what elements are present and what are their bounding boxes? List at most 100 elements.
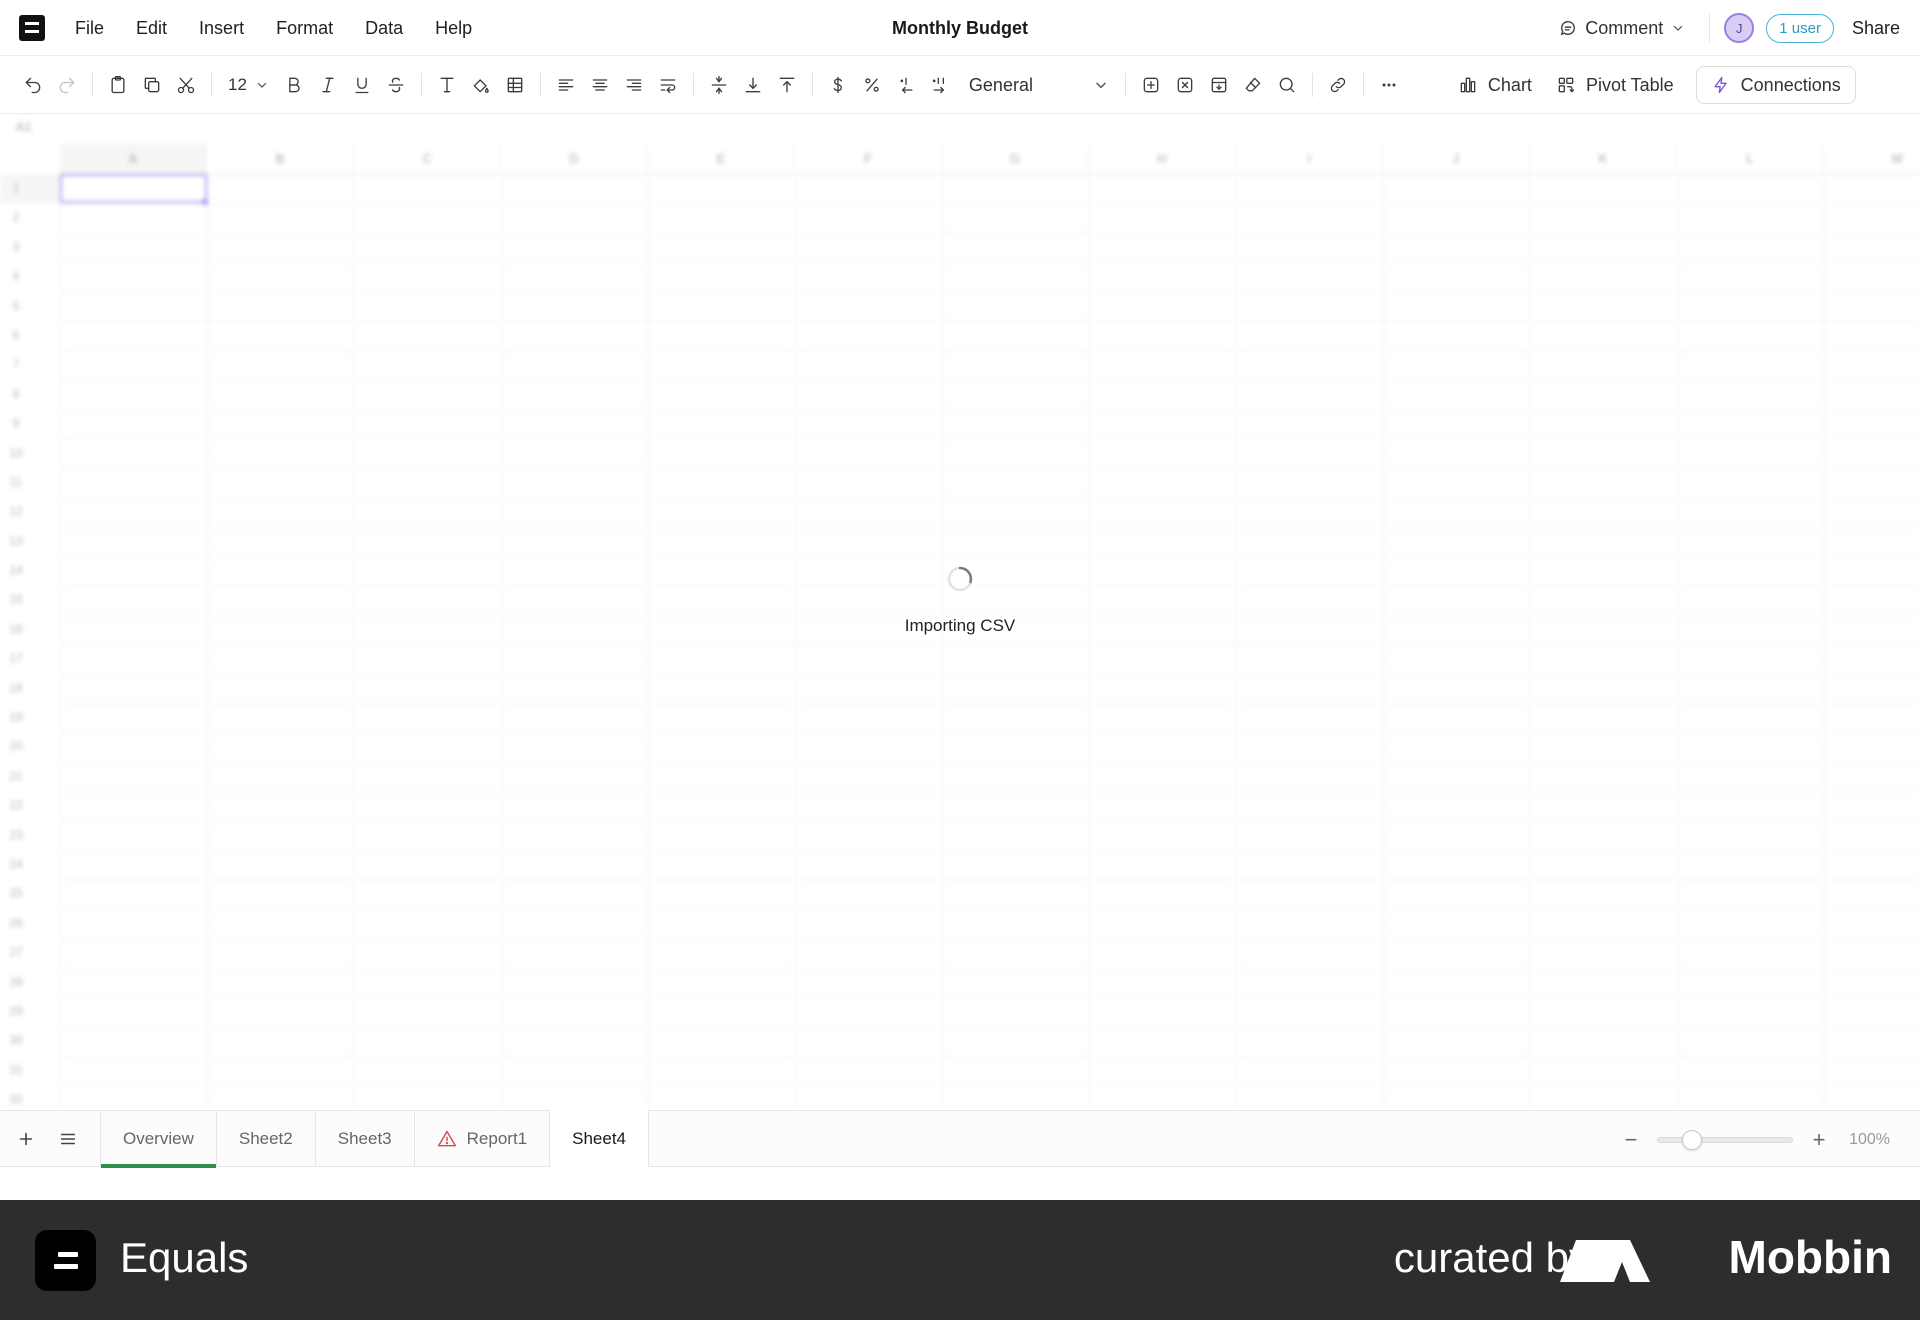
- text-color-icon[interactable]: [430, 68, 464, 102]
- link-icon[interactable]: [1321, 68, 1355, 102]
- strikethrough-icon[interactable]: [379, 68, 413, 102]
- selected-cell[interactable]: [60, 174, 207, 203]
- pivot-table-button[interactable]: Pivot Table: [1544, 66, 1686, 104]
- row-header[interactable]: 29: [0, 997, 60, 1026]
- spreadsheet-grid[interactable]: A1 ABCDEFGHIJKLM 1 2 3 4 5 6 7 8 9 10 11 12 13 14 15 16…: [0, 115, 1920, 1110]
- menu-edit[interactable]: Edit: [120, 0, 183, 56]
- fill-handle[interactable]: [202, 199, 208, 205]
- undo-icon[interactable]: [16, 68, 50, 102]
- row-header[interactable]: 12: [0, 497, 60, 526]
- column-header[interactable]: F: [795, 144, 942, 173]
- eraser-icon[interactable]: [1236, 68, 1270, 102]
- tab-sheet3[interactable]: Sheet3: [314, 1110, 414, 1167]
- more-icon[interactable]: [1372, 68, 1406, 102]
- redo-icon[interactable]: [50, 68, 84, 102]
- zoom-slider[interactable]: [1657, 1129, 1794, 1150]
- row-header[interactable]: 10: [0, 439, 60, 468]
- column-header[interactable]: H: [1089, 144, 1236, 173]
- column-header[interactable]: D: [501, 144, 648, 173]
- underline-icon[interactable]: [345, 68, 379, 102]
- row-header[interactable]: 6: [0, 321, 60, 350]
- freeze-icon[interactable]: [1202, 68, 1236, 102]
- row-header[interactable]: 30: [0, 1026, 60, 1055]
- valign-top-icon[interactable]: [770, 68, 804, 102]
- decrease-decimal-icon[interactable]: [889, 68, 923, 102]
- connections-button[interactable]: Connections: [1695, 66, 1856, 104]
- row-header[interactable]: 5: [0, 292, 60, 321]
- search-icon[interactable]: [1270, 68, 1304, 102]
- row-header[interactable]: 4: [0, 262, 60, 291]
- align-center-icon[interactable]: [583, 68, 617, 102]
- zoom-slider-thumb[interactable]: [1682, 1129, 1703, 1150]
- fill-color-icon[interactable]: [464, 68, 498, 102]
- column-header[interactable]: G: [942, 144, 1089, 173]
- tab-report1[interactable]: Report1: [413, 1110, 549, 1167]
- row-header[interactable]: 19: [0, 703, 60, 732]
- row-header[interactable]: 28: [0, 968, 60, 997]
- italic-icon[interactable]: [311, 68, 345, 102]
- users-count-badge[interactable]: 1 user: [1766, 13, 1834, 43]
- add-sheet-button[interactable]: [10, 1123, 42, 1155]
- increase-decimal-icon[interactable]: [923, 68, 957, 102]
- row-header[interactable]: 24: [0, 850, 60, 879]
- align-left-icon[interactable]: [549, 68, 583, 102]
- sheet-list-button[interactable]: [52, 1123, 84, 1155]
- row-header[interactable]: 2: [0, 203, 60, 232]
- column-header[interactable]: E: [648, 144, 795, 173]
- copy-icon[interactable]: [135, 68, 169, 102]
- row-header[interactable]: 23: [0, 821, 60, 850]
- row-header[interactable]: 32: [0, 1085, 60, 1110]
- bold-icon[interactable]: [277, 68, 311, 102]
- valign-bottom-icon[interactable]: [736, 68, 770, 102]
- menu-insert[interactable]: Insert: [183, 0, 260, 56]
- row-header[interactable]: 21: [0, 762, 60, 791]
- column-header[interactable]: A: [60, 144, 207, 173]
- tab-overview[interactable]: Overview: [100, 1110, 216, 1168]
- app-logo[interactable]: [19, 14, 45, 41]
- percent-icon[interactable]: [855, 68, 889, 102]
- avatar[interactable]: J: [1724, 13, 1755, 43]
- delete-icon[interactable]: [1168, 68, 1202, 102]
- font-size-select[interactable]: 12: [220, 75, 277, 95]
- column-header[interactable]: I: [1236, 144, 1383, 173]
- row-header[interactable]: 27: [0, 938, 60, 967]
- align-right-icon[interactable]: [617, 68, 651, 102]
- tab-sheet2[interactable]: Sheet2: [215, 1110, 315, 1167]
- borders-icon[interactable]: [498, 68, 532, 102]
- column-header[interactable]: M: [1824, 144, 1920, 173]
- row-header[interactable]: 18: [0, 674, 60, 703]
- tab-sheet4[interactable]: Sheet4: [549, 1110, 650, 1167]
- cells[interactable]: [60, 174, 1920, 1110]
- valign-middle-icon[interactable]: [702, 68, 736, 102]
- chart-button[interactable]: Chart: [1446, 66, 1544, 104]
- row-header[interactable]: 26: [0, 909, 60, 938]
- share-button[interactable]: Share: [1852, 18, 1900, 39]
- row-header[interactable]: 7: [0, 350, 60, 379]
- row-header[interactable]: 13: [0, 527, 60, 556]
- insert-icon[interactable]: [1134, 68, 1168, 102]
- menu-format[interactable]: Format: [260, 0, 349, 56]
- column-header[interactable]: L: [1677, 144, 1824, 173]
- column-header[interactable]: C: [354, 144, 501, 173]
- row-header[interactable]: 17: [0, 644, 60, 673]
- row-header[interactable]: 1: [0, 174, 60, 204]
- paste-icon[interactable]: [101, 68, 135, 102]
- row-header[interactable]: 31: [0, 1056, 60, 1085]
- row-header[interactable]: 22: [0, 791, 60, 820]
- document-title[interactable]: Monthly Budget: [892, 18, 1028, 38]
- menu-help[interactable]: Help: [419, 0, 488, 56]
- number-format-select[interactable]: General: [957, 75, 1117, 96]
- cut-icon[interactable]: [169, 68, 203, 102]
- row-header[interactable]: 3: [0, 233, 60, 262]
- row-header[interactable]: 25: [0, 879, 60, 908]
- row-header[interactable]: 8: [0, 380, 60, 409]
- zoom-in-button[interactable]: +: [1809, 1127, 1829, 1153]
- row-header[interactable]: 9: [0, 409, 60, 438]
- column-header[interactable]: K: [1530, 144, 1677, 173]
- menu-file[interactable]: File: [59, 0, 120, 56]
- wrap-icon[interactable]: [651, 68, 685, 102]
- currency-icon[interactable]: [821, 68, 855, 102]
- row-header[interactable]: 20: [0, 732, 60, 761]
- column-header[interactable]: J: [1383, 144, 1530, 173]
- column-header[interactable]: B: [207, 144, 354, 173]
